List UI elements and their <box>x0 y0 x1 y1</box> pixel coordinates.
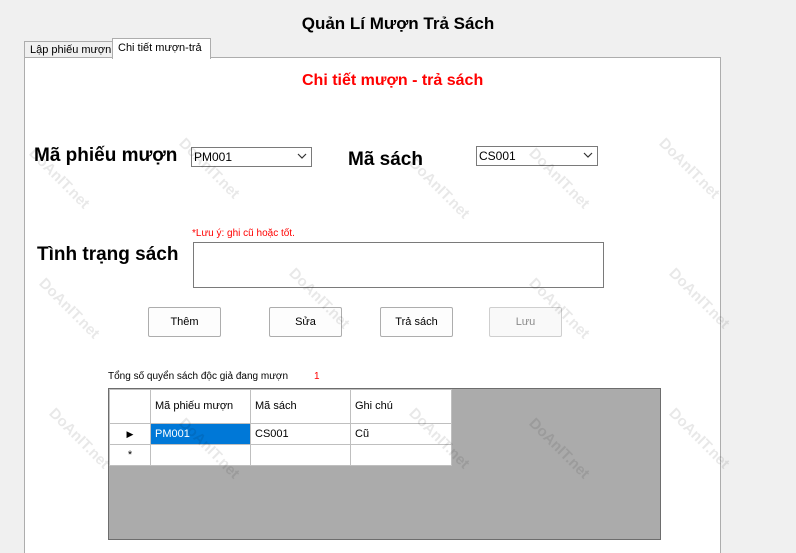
loan-detail-grid[interactable]: Mã phiếu mượn Mã sách Ghi chú ▶ PM001 CS… <box>108 388 661 540</box>
grid-cell-loan-id[interactable]: PM001 <box>150 423 251 445</box>
condition-label: Tình trạng sách <box>37 244 179 265</box>
loan-id-combobox-value: PM001 <box>194 150 233 164</box>
tab-chi-tiet-muon-tra[interactable]: Chi tiết mượn-trả <box>112 38 211 59</box>
edit-button[interactable]: Sửa <box>269 307 342 337</box>
column-header-book-id[interactable]: Mã sách <box>250 389 351 424</box>
save-button[interactable]: Lưu <box>489 307 562 337</box>
table-row[interactable]: ▶ PM001 CS001 Cũ <box>109 423 452 445</box>
grid-corner-cell[interactable] <box>109 389 151 424</box>
grid-cell-new-note[interactable] <box>350 444 452 466</box>
return-book-button[interactable]: Trả sách <box>380 307 453 337</box>
grid-cell-book-id[interactable]: CS001 <box>250 423 351 445</box>
condition-textbox[interactable] <box>193 242 604 288</box>
loan-id-label: Mã phiếu mượn <box>34 145 178 166</box>
grid-cell-new-book-id[interactable] <box>250 444 351 466</box>
window-title: Quản Lí Mượn Trả Sách <box>301 14 495 33</box>
tab-lap-phieu-muon[interactable]: Lập phiếu mượn <box>24 41 118 58</box>
book-id-label: Mã sách <box>348 149 423 170</box>
section-title: Chi tiết mượn - trả sách <box>302 72 484 89</box>
chevron-down-icon <box>297 153 307 159</box>
book-id-combobox[interactable]: CS001 <box>476 146 598 166</box>
grid-table: Mã phiếu mượn Mã sách Ghi chú ▶ PM001 CS… <box>109 389 452 466</box>
column-header-loan-id[interactable]: Mã phiếu mượn <box>150 389 251 424</box>
total-borrowed-value: 1 <box>314 371 320 382</box>
chevron-down-icon <box>583 152 593 158</box>
grid-cell-note[interactable]: Cũ <box>350 423 452 445</box>
book-id-combobox-value: CS001 <box>479 149 516 163</box>
current-row-marker-icon[interactable]: ▶ <box>109 423 151 445</box>
total-borrowed-label: Tổng số quyển sách độc giả đang mượn <box>108 371 289 382</box>
add-button[interactable]: Thêm <box>148 307 221 337</box>
loan-id-combobox[interactable]: PM001 <box>191 147 312 167</box>
column-header-note[interactable]: Ghi chú <box>350 389 452 424</box>
grid-cell-new-loan-id[interactable] <box>150 444 251 466</box>
new-row-marker-icon[interactable]: * <box>109 444 151 466</box>
grid-header-row: Mã phiếu mượn Mã sách Ghi chú <box>109 389 452 424</box>
table-row-new[interactable]: * <box>109 444 452 466</box>
condition-hint: *Lưu ý: ghi cũ hoặc tốt. <box>192 228 295 239</box>
